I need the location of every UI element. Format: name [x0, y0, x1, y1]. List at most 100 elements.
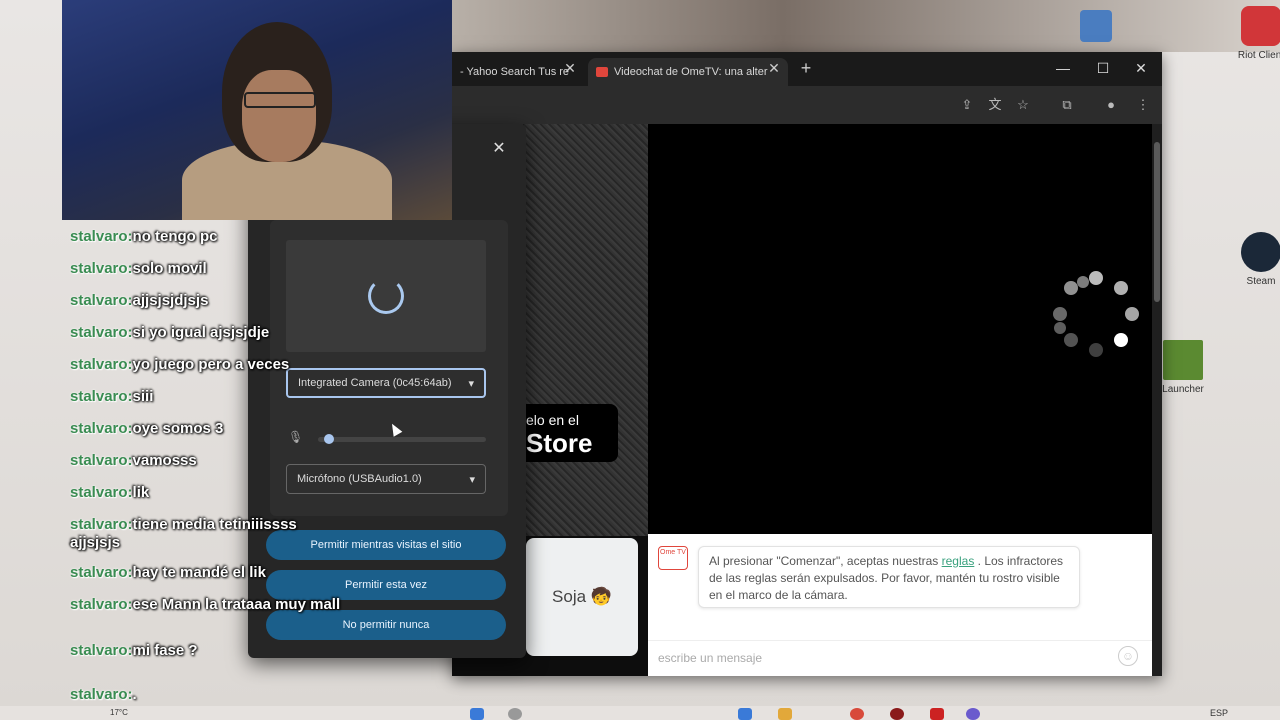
file-explorer-icon[interactable]	[778, 708, 792, 720]
chat-username: stalvaro:	[70, 484, 133, 501]
chat-username: stalvaro:	[70, 324, 133, 341]
chat-username: stalvaro:	[70, 596, 133, 613]
chat-text: vamosss	[132, 452, 197, 469]
emoji-sticker-icon	[1080, 10, 1112, 42]
maximize-button[interactable]: ☐	[1084, 56, 1122, 80]
search-icon[interactable]	[508, 708, 522, 720]
emoji-icon[interactable]: ☺	[1118, 646, 1138, 666]
chat-username: stalvaro:	[70, 452, 133, 469]
chat-text: oye somos 3	[132, 420, 224, 437]
chat-text: hay te mandé el lik	[132, 564, 266, 581]
dropdown-arrow-icon: ▾	[469, 473, 475, 486]
chat-text: siii	[132, 388, 154, 405]
new-tab-button[interactable]: +	[796, 58, 816, 78]
webcam-person	[242, 70, 316, 162]
taskbar-app-icon[interactable]	[890, 708, 904, 720]
browser-window: - Yahoo Search Tus re ✕ Videochat de Ome…	[452, 52, 1162, 676]
menu-icon[interactable]: ⋮	[1134, 96, 1152, 114]
ometv-logo: Ome TV	[658, 546, 688, 570]
chat-message: stalvaro:solo movil	[70, 260, 350, 278]
minimize-button[interactable]: —	[1044, 56, 1082, 80]
chat-text: solo movil	[132, 260, 207, 277]
chat-username: stalvaro:	[70, 516, 133, 533]
tab-ometv[interactable]: Videochat de OmeTV: una alter	[588, 58, 788, 86]
static-noise	[524, 124, 648, 536]
dropdown-arrow-icon: ▾	[468, 377, 474, 390]
desktop: Riot Client Steam Launcher - Yahoo Searc…	[0, 0, 1280, 720]
chat-message: stalvaro:hay te mandé el lik	[70, 564, 350, 582]
chat-username: stalvaro:	[70, 388, 133, 405]
install-app-icon[interactable]: ⇪	[958, 96, 976, 114]
chat-username: stalvaro:	[70, 292, 133, 309]
tab-title: Videochat de OmeTV: una alter	[614, 66, 768, 78]
chat-message: stalvaro:ajjsjsjdjsjs	[70, 292, 350, 310]
tab-strip: - Yahoo Search Tus re ✕ Videochat de Ome…	[452, 52, 1162, 86]
rules-notice: Al presionar "Comenzar", aceptas nuestra…	[698, 546, 1080, 608]
taskbar: 17°C ESP	[0, 706, 1280, 720]
stream-chat-overlay: stalvaro:no tengo pc stalvaro:solo movil s…	[66, 224, 348, 720]
chat-text: mi fase ?	[132, 642, 198, 659]
chat-message: stalvaro:tiene media tetiniiissss ajjsjs…	[70, 516, 350, 552]
taskbar-app-icon[interactable]	[930, 708, 944, 720]
chat-message: stalvaro:oye somos 3	[70, 420, 350, 438]
desktop-icon-label: Riot Client	[1237, 50, 1280, 61]
taskbar-app-icon[interactable]	[738, 708, 752, 720]
chat-message: stalvaro:lik	[70, 484, 350, 502]
chat-message: stalvaro:no tengo pc	[70, 228, 350, 246]
streamer-webcam	[62, 0, 452, 220]
windows-start-icon[interactable]	[470, 708, 484, 720]
weather-text: 17°C	[110, 708, 128, 717]
riot-client-icon	[1241, 6, 1280, 46]
bookmark-star-icon[interactable]: ☆	[1014, 96, 1032, 114]
app-store-line1: elo en el	[526, 412, 579, 428]
rules-link[interactable]: reglas	[942, 554, 975, 568]
chat-message: stalvaro:si yo igual ajsjsjdje	[70, 324, 350, 342]
browser-toolbar: ⇪ 文 ☆ ⧉ ● ⋮	[452, 86, 1162, 124]
chat-text: no tengo pc	[132, 228, 218, 245]
chat-username: stalvaro:	[70, 686, 133, 703]
chat-text: .	[132, 686, 137, 703]
desktop-icon-steam[interactable]: Steam	[1226, 232, 1280, 287]
chat-message: stalvaro:mi fase ?	[70, 642, 350, 660]
chrome-icon[interactable]	[850, 708, 864, 720]
close-icon[interactable]: ✕	[560, 58, 580, 78]
chat-message: stalvaro:.	[70, 686, 350, 704]
close-icon[interactable]: ✕	[764, 58, 784, 78]
chat-message: stalvaro:ese Mann la trataaa muy mall	[70, 596, 350, 614]
tab-title: - Yahoo Search Tus re	[460, 66, 570, 78]
chat-username: stalvaro:	[70, 642, 133, 659]
chat-message: stalvaro:siii	[70, 388, 350, 406]
chat-text: si yo igual ajsjsjdje	[132, 324, 270, 341]
chat-message: stalvaro:yo juego pero a veces	[70, 356, 350, 374]
chat-text: ese Mann la trataaa muy mall	[132, 596, 341, 613]
ometv-page: elo en el Store Soja 🧒 Ome TV Al presion…	[452, 124, 1152, 676]
window-close-button[interactable]: ✕	[1122, 56, 1160, 80]
chat-panel: Ome TV Al presionar "Comenzar", aceptas …	[648, 534, 1152, 676]
notice-text: Al presionar "Comenzar", aceptas nuestra…	[709, 554, 942, 568]
language-indicator[interactable]: ESP	[1210, 708, 1228, 718]
dialog-close-button[interactable]: ✕	[488, 138, 510, 160]
chat-username: stalvaro:	[70, 356, 133, 373]
chat-username: stalvaro:	[70, 260, 133, 277]
loading-spinner-icon	[1053, 271, 1139, 357]
chat-message: stalvaro:vamosss	[70, 452, 350, 470]
app-store-badge[interactable]: elo en el Store	[512, 404, 618, 462]
desktop-wallpaper	[452, 0, 1280, 52]
youtube-favicon-icon	[596, 67, 608, 77]
taskbar-app-icon[interactable]	[966, 708, 980, 720]
desktop-icon-label: Launcher	[1162, 384, 1204, 395]
desktop-icon-riot-client[interactable]: Riot Client	[1226, 6, 1280, 61]
steam-icon	[1241, 232, 1280, 272]
extensions-icon[interactable]: ⧉	[1058, 96, 1076, 114]
chat-text: yo juego pero a veces	[132, 356, 290, 373]
profile-icon[interactable]: ●	[1102, 96, 1120, 114]
soja-button[interactable]: Soja 🧒	[526, 538, 638, 656]
chat-username: stalvaro:	[70, 228, 133, 245]
remote-video	[648, 124, 1152, 534]
message-input[interactable]: escribe un mensaje	[648, 640, 1152, 676]
scrollbar-thumb[interactable]	[1154, 142, 1160, 302]
chat-username: stalvaro:	[70, 564, 133, 581]
chat-username: stalvaro:	[70, 420, 133, 437]
translate-icon[interactable]: 文	[986, 96, 1004, 114]
desktop-icon-label: Steam	[1246, 276, 1276, 287]
